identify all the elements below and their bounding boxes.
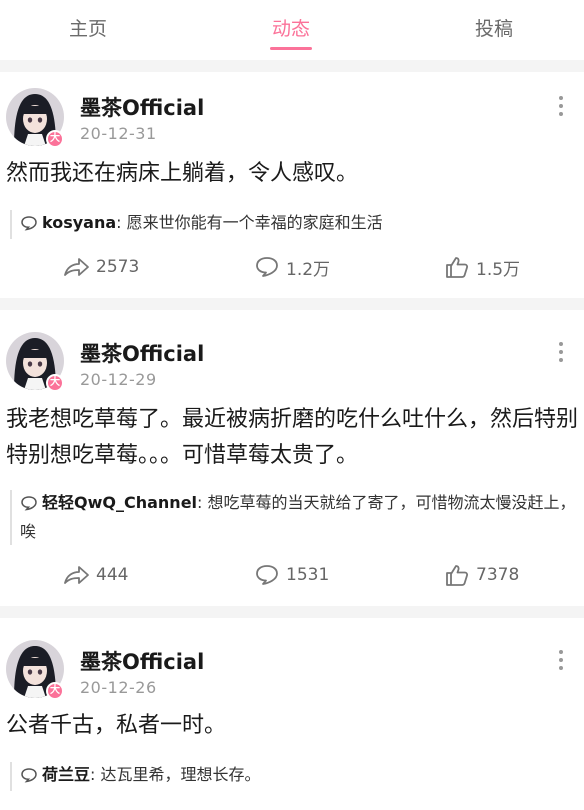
post-actions: 2573 1.2万 1.5万: [0, 252, 584, 282]
comment-bubble-icon: [20, 213, 38, 239]
like-count: 7378: [476, 565, 520, 585]
more-vertical-icon[interactable]: [553, 340, 569, 364]
comment-colon: :: [197, 493, 208, 512]
post-date: 20-12-26: [80, 678, 157, 697]
like-count: 1.5万: [476, 259, 521, 280]
divider: [0, 298, 584, 310]
divider: [0, 606, 584, 618]
comment-colon: :: [90, 765, 101, 784]
post-content: 我老想吃草莓了。最近被病折磨的吃什么吐什么，然后特别特别想吃草莓。。。可惜草莓太…: [6, 407, 579, 468]
thumbs-up-icon: [444, 255, 470, 279]
post-card: 大 墨茶Official 20-12-26 公者千古，私者一时。 荷兰豆: 达瓦…: [0, 618, 584, 810]
post-date: 20-12-31: [80, 124, 157, 143]
comment-colon: :: [116, 213, 127, 232]
active-tab-indicator: [270, 47, 312, 50]
share-count: 444: [96, 565, 129, 585]
more-vertical-icon[interactable]: [553, 648, 569, 672]
divider: [0, 60, 584, 72]
top-comment[interactable]: kosyana: 愿来世你能有一个幸福的家庭和生活: [10, 210, 578, 239]
tab-bar: 主页 动态 投稿: [0, 0, 584, 60]
tab-submissions[interactable]: 投稿: [475, 14, 513, 41]
share-icon: [62, 255, 90, 279]
comment-bubble-icon: [20, 493, 38, 519]
comment-text: 愿来世你能有一个幸福的家庭和生活: [126, 213, 383, 232]
post-date: 20-12-29: [80, 370, 157, 389]
post-actions: 444 1531 7378: [0, 560, 584, 590]
tab-dynamics[interactable]: 动态: [272, 14, 310, 41]
comment-user[interactable]: 荷兰豆: [42, 765, 90, 784]
member-badge-icon: 大: [46, 682, 64, 700]
author-name[interactable]: 墨茶Official: [80, 338, 204, 368]
comment-count: 1.2万: [286, 259, 331, 280]
comment-button[interactable]: 1531: [254, 560, 329, 590]
comment-text: 达瓦里希，理想长存。: [100, 765, 261, 784]
post-card: 大 墨茶Official 20-12-31 然而我还在病床上躺着，令人感叹。 k…: [0, 72, 584, 298]
like-button[interactable]: 7378: [444, 560, 519, 590]
author-name[interactable]: 墨茶Official: [80, 646, 204, 676]
comment-user[interactable]: 轻轻QwQ_Channel: [42, 493, 197, 512]
comment-icon: [254, 255, 280, 279]
member-badge-icon: 大: [46, 374, 64, 392]
top-comment[interactable]: 荷兰豆: 达瓦里希，理想长存。: [10, 762, 578, 791]
share-count: 2573: [96, 257, 140, 277]
post-content: 公者千古，私者一时。: [6, 713, 227, 738]
post-content: 然而我还在病床上躺着，令人感叹。: [6, 161, 359, 186]
member-badge-icon: 大: [46, 130, 64, 148]
top-comment[interactable]: 轻轻QwQ_Channel: 想吃草莓的当天就给了寄了，可惜物流太慢没赶上，唉: [10, 490, 578, 545]
share-icon: [62, 563, 90, 587]
thumbs-up-icon: [444, 563, 470, 587]
author-name[interactable]: 墨茶Official: [80, 92, 204, 122]
comment-bubble-icon: [20, 765, 38, 791]
comment-icon: [254, 563, 280, 587]
tab-home[interactable]: 主页: [69, 14, 107, 41]
share-button[interactable]: 444: [62, 560, 128, 590]
post-card: 大 墨茶Official 20-12-29 我老想吃草莓了。最近被病折磨的吃什么…: [0, 310, 584, 606]
share-button[interactable]: 2573: [62, 252, 139, 282]
like-button[interactable]: 1.5万: [444, 252, 520, 282]
comment-button[interactable]: 1.2万: [254, 252, 330, 282]
comment-user[interactable]: kosyana: [42, 213, 116, 232]
comment-count: 1531: [286, 565, 330, 585]
more-vertical-icon[interactable]: [553, 94, 569, 118]
